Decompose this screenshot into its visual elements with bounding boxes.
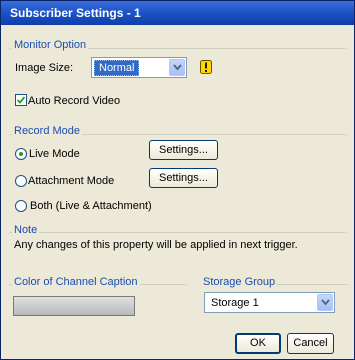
- image-size-label: Image Size:: [15, 62, 74, 74]
- warning-icon: [200, 60, 212, 74]
- image-size-value: Normal: [94, 60, 140, 76]
- attachment-settings-button[interactable]: Settings...: [149, 168, 218, 188]
- attachment-mode-radio[interactable]: [15, 175, 27, 187]
- record-mode-label: Record Mode: [12, 125, 83, 137]
- ok-button[interactable]: OK: [235, 333, 281, 354]
- caption-color-swatch[interactable]: [13, 296, 135, 316]
- live-mode-radio[interactable]: [15, 148, 27, 160]
- auto-record-label[interactable]: Auto Record Video: [28, 94, 120, 108]
- storage-group-select[interactable]: Storage 1: [204, 292, 335, 313]
- title-bar[interactable]: Subscriber Settings - 1: [1, 1, 354, 25]
- both-mode-label[interactable]: Both (Live & Attachment): [30, 200, 152, 213]
- window-title: Subscriber Settings - 1: [10, 6, 141, 20]
- live-mode-label[interactable]: Live Mode: [29, 148, 80, 161]
- auto-record-checkbox[interactable]: [15, 94, 27, 106]
- cancel-button[interactable]: Cancel: [287, 333, 334, 354]
- checkmark-icon: [16, 96, 26, 104]
- note-text: Any changes of this property will be app…: [14, 239, 298, 251]
- both-mode-radio[interactable]: [15, 200, 27, 212]
- note-label: Note: [12, 224, 40, 236]
- attachment-mode-label[interactable]: Attachment Mode: [28, 175, 114, 188]
- monitor-option-label: Monitor Option: [12, 39, 89, 51]
- storage-group-label: Storage Group: [201, 276, 278, 288]
- storage-group-value: Storage 1: [211, 297, 259, 309]
- subscriber-settings-dialog: Subscriber Settings - 1 Monitor Option I…: [0, 0, 355, 360]
- caption-color-label: Color of Channel Caption: [12, 276, 140, 288]
- image-size-select[interactable]: Normal: [91, 57, 187, 78]
- dropdown-arrow-icon[interactable]: [317, 294, 333, 311]
- dropdown-arrow-icon[interactable]: [169, 59, 185, 76]
- live-settings-button[interactable]: Settings...: [149, 140, 218, 160]
